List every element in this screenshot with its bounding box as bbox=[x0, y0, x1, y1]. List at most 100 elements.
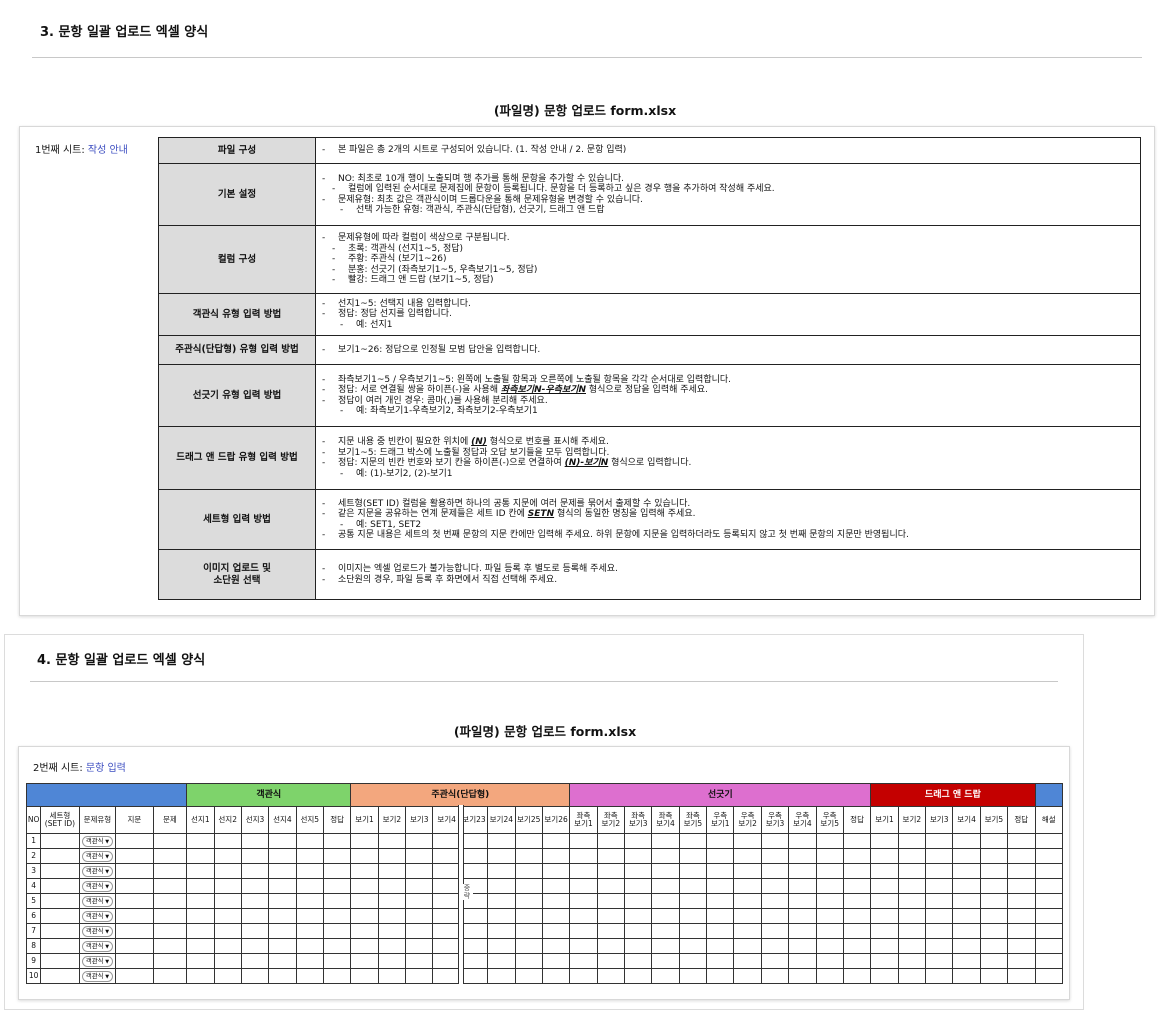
input-cell[interactable] bbox=[760, 953, 790, 969]
input-cell[interactable] bbox=[760, 908, 790, 924]
input-cell[interactable] bbox=[925, 878, 954, 894]
input-cell[interactable] bbox=[459, 953, 489, 969]
input-cell[interactable] bbox=[268, 908, 297, 924]
question-type-dropdown[interactable]: 객관식 ▼ bbox=[81, 895, 114, 907]
input-cell[interactable] bbox=[733, 848, 762, 864]
input-cell[interactable] bbox=[651, 938, 680, 954]
input-cell[interactable] bbox=[788, 908, 817, 924]
input-cell[interactable] bbox=[678, 938, 708, 954]
input-cell[interactable] bbox=[952, 848, 981, 864]
input-cell[interactable] bbox=[733, 863, 762, 879]
input-cell[interactable] bbox=[842, 833, 872, 849]
input-cell[interactable] bbox=[514, 863, 543, 879]
input-cell[interactable] bbox=[186, 878, 215, 894]
input-cell[interactable] bbox=[842, 863, 872, 879]
input-cell[interactable] bbox=[678, 923, 708, 939]
input-cell[interactable] bbox=[487, 953, 516, 969]
input-cell[interactable] bbox=[952, 923, 981, 939]
input-cell[interactable] bbox=[405, 968, 434, 984]
input-cell[interactable] bbox=[405, 938, 434, 954]
input-cell[interactable] bbox=[377, 863, 407, 879]
input-cell[interactable] bbox=[541, 923, 571, 939]
input-cell[interactable] bbox=[870, 938, 899, 954]
input-cell[interactable] bbox=[541, 878, 571, 894]
input-cell[interactable] bbox=[651, 833, 680, 849]
input-cell[interactable] bbox=[152, 893, 188, 909]
input-cell[interactable] bbox=[870, 908, 899, 924]
input-cell[interactable] bbox=[897, 938, 927, 954]
input-cell[interactable] bbox=[678, 863, 708, 879]
input-cell[interactable] bbox=[952, 938, 981, 954]
input-cell[interactable] bbox=[268, 968, 297, 984]
input-cell[interactable] bbox=[979, 923, 1009, 939]
input-cell[interactable] bbox=[350, 878, 379, 894]
input-cell[interactable] bbox=[897, 863, 927, 879]
input-cell[interactable] bbox=[1034, 848, 1063, 864]
input-cell[interactable] bbox=[240, 893, 270, 909]
input-cell[interactable] bbox=[40, 953, 80, 969]
input-cell[interactable] bbox=[487, 938, 516, 954]
input-cell[interactable] bbox=[870, 893, 899, 909]
input-cell[interactable] bbox=[788, 878, 817, 894]
input-cell[interactable] bbox=[322, 938, 352, 954]
input-cell[interactable] bbox=[322, 863, 352, 879]
input-cell[interactable] bbox=[268, 923, 297, 939]
input-cell[interactable] bbox=[152, 908, 188, 924]
input-cell[interactable] bbox=[788, 953, 817, 969]
input-cell[interactable] bbox=[842, 923, 872, 939]
input-cell[interactable] bbox=[459, 938, 489, 954]
input-cell[interactable] bbox=[405, 863, 434, 879]
input-cell[interactable] bbox=[186, 923, 215, 939]
input-cell[interactable] bbox=[487, 893, 516, 909]
input-cell[interactable] bbox=[733, 953, 762, 969]
input-cell[interactable] bbox=[115, 923, 154, 939]
input-cell[interactable] bbox=[115, 968, 154, 984]
input-cell[interactable] bbox=[268, 863, 297, 879]
input-cell[interactable] bbox=[979, 953, 1009, 969]
input-cell[interactable] bbox=[541, 893, 571, 909]
input-cell[interactable] bbox=[706, 923, 735, 939]
input-cell[interactable] bbox=[870, 833, 899, 849]
input-cell[interactable] bbox=[596, 938, 626, 954]
input-cell[interactable] bbox=[405, 878, 434, 894]
input-cell[interactable] bbox=[870, 848, 899, 864]
input-cell[interactable] bbox=[115, 893, 154, 909]
input-cell[interactable] bbox=[240, 938, 270, 954]
input-cell[interactable] bbox=[240, 833, 270, 849]
input-cell[interactable] bbox=[152, 938, 188, 954]
input-cell[interactable] bbox=[569, 968, 598, 984]
input-cell[interactable] bbox=[1034, 833, 1063, 849]
input-cell[interactable] bbox=[979, 968, 1009, 984]
input-cell[interactable] bbox=[459, 923, 489, 939]
input-cell[interactable] bbox=[788, 893, 817, 909]
input-cell[interactable] bbox=[1007, 893, 1036, 909]
input-cell[interactable] bbox=[322, 953, 352, 969]
input-cell[interactable] bbox=[925, 968, 954, 984]
input-cell[interactable] bbox=[322, 833, 352, 849]
input-cell[interactable] bbox=[706, 893, 735, 909]
input-cell[interactable] bbox=[322, 848, 352, 864]
input-cell[interactable] bbox=[760, 833, 790, 849]
input-cell[interactable] bbox=[1007, 953, 1036, 969]
input-cell[interactable] bbox=[815, 878, 844, 894]
input-cell[interactable] bbox=[1007, 908, 1036, 924]
input-cell[interactable] bbox=[152, 878, 188, 894]
input-cell[interactable] bbox=[152, 923, 188, 939]
input-cell[interactable] bbox=[268, 848, 297, 864]
input-cell[interactable] bbox=[240, 923, 270, 939]
input-cell[interactable] bbox=[623, 863, 653, 879]
input-cell[interactable] bbox=[760, 878, 790, 894]
input-cell[interactable] bbox=[1034, 938, 1063, 954]
input-cell[interactable] bbox=[268, 878, 297, 894]
input-cell[interactable] bbox=[459, 833, 489, 849]
input-cell[interactable] bbox=[815, 833, 844, 849]
question-type-dropdown[interactable]: 객관식 ▼ bbox=[81, 880, 114, 892]
input-cell[interactable] bbox=[213, 848, 242, 864]
input-cell[interactable] bbox=[487, 908, 516, 924]
input-cell[interactable] bbox=[842, 968, 872, 984]
input-cell[interactable] bbox=[541, 833, 571, 849]
input-cell[interactable] bbox=[432, 878, 461, 894]
input-cell[interactable] bbox=[186, 953, 215, 969]
input-cell[interactable] bbox=[541, 938, 571, 954]
input-cell[interactable] bbox=[115, 878, 154, 894]
